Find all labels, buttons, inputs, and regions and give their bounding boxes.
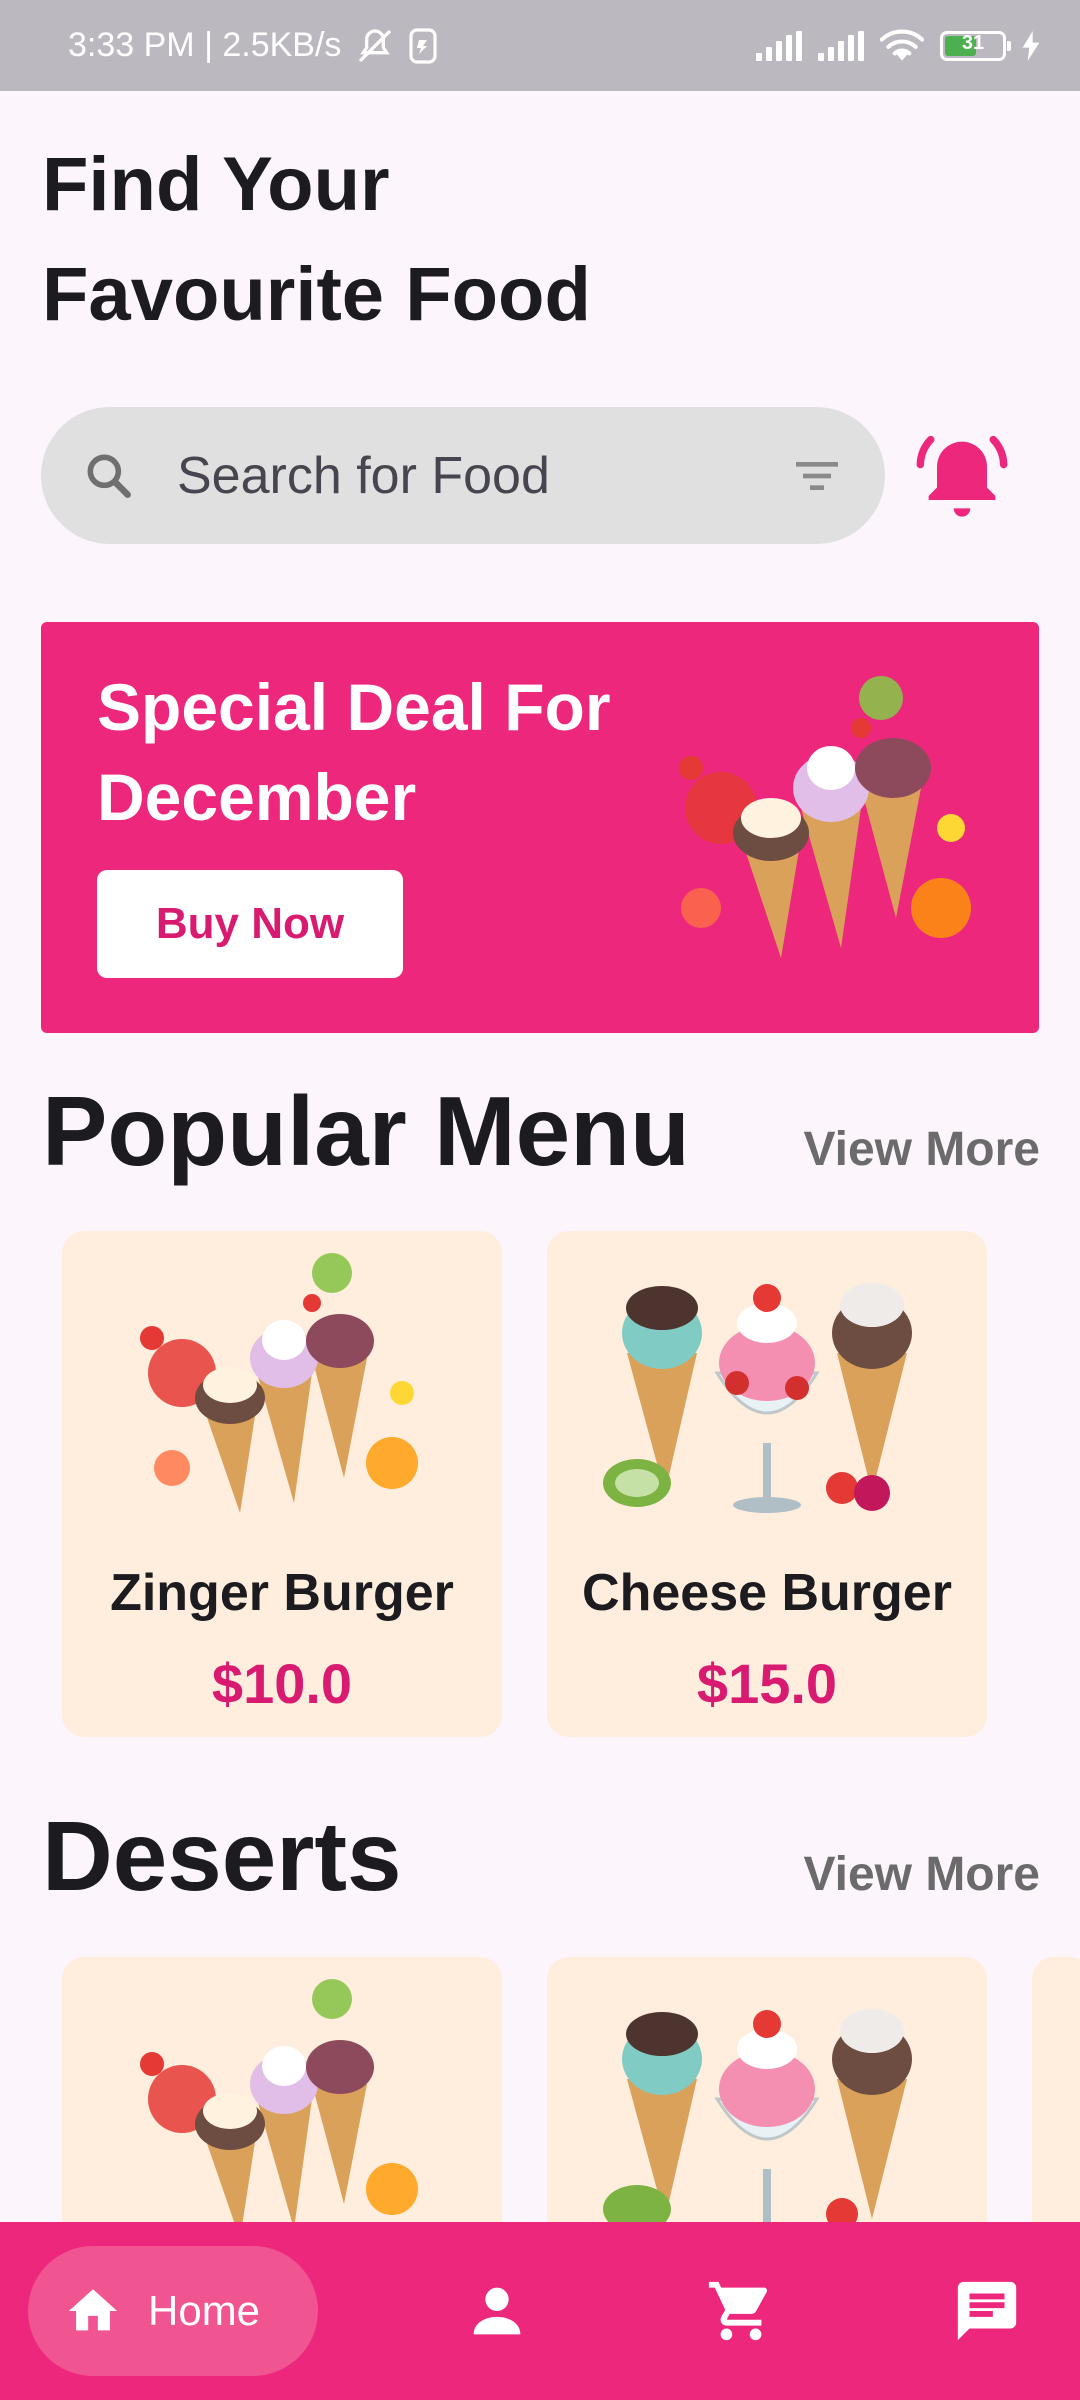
bell-icon[interactable]	[912, 425, 1012, 525]
home-icon	[68, 2289, 118, 2331]
filter-icon[interactable]	[789, 448, 845, 504]
sim-icon	[409, 27, 438, 64]
food-image	[140, 1253, 418, 1513]
search-icon	[87, 454, 131, 498]
wifi-icon	[880, 29, 924, 61]
signal-icon-2	[818, 30, 864, 61]
nav-home-label: Home	[148, 2287, 261, 2334]
signal-icon	[756, 30, 802, 61]
deserts-title: Deserts	[42, 1801, 402, 1911]
food-image	[603, 1283, 912, 1513]
status-time-speed: 3:33 PM | 2.5KB/s	[68, 26, 342, 64]
special-deal-banner: Special Deal For December Buy Now	[41, 622, 1039, 1033]
menu-item-price: $10.0	[211, 1652, 353, 1715]
banner-title: Special Deal For December	[97, 670, 611, 834]
title-line-2: Favourite Food	[42, 252, 591, 337]
menu-item-name: Zinger Burger	[110, 1564, 454, 1622]
popular-menu-title: Popular Menu	[42, 1076, 690, 1186]
page-title: Find Your Favourite Food	[42, 130, 591, 350]
food-image	[603, 2009, 912, 2233]
battery-icon: 31	[940, 30, 1011, 61]
menu-item-name: Cheese Burger	[582, 1564, 952, 1622]
menu-card-zinger-burger[interactable]: Zinger Burger $10.0	[62, 1231, 502, 1737]
charging-icon	[1022, 30, 1040, 61]
status-left: 3:33 PM | 2.5KB/s	[68, 26, 438, 66]
deserts-view-more-link[interactable]: View More	[803, 1847, 1040, 1902]
ice-cream-image	[679, 676, 971, 958]
status-right: 31	[756, 29, 1040, 63]
deserts-header: Deserts View More	[42, 1800, 1040, 1913]
popular-view-more-link[interactable]: View More	[803, 1122, 1040, 1177]
mute-icon	[359, 28, 392, 62]
person-icon[interactable]	[462, 2276, 532, 2346]
nav-home-button[interactable]: Home	[28, 2246, 318, 2376]
popular-menu-header: Popular Menu View More	[42, 1075, 1040, 1188]
food-image	[140, 1979, 418, 2239]
bottom-navigation: Home	[0, 2222, 1080, 2400]
search-bar[interactable]: Search for Food	[41, 407, 885, 544]
title-line-1: Find Your	[42, 142, 390, 227]
search-input[interactable]: Search for Food	[177, 446, 789, 506]
cart-icon[interactable]	[706, 2276, 776, 2346]
buy-now-button[interactable]: Buy Now	[97, 870, 403, 978]
menu-item-price: $15.0	[696, 1652, 838, 1715]
chat-icon[interactable]	[952, 2276, 1022, 2346]
menu-card-cheese-burger[interactable]: Cheese Burger $15.0	[547, 1231, 987, 1737]
battery-level: 31	[961, 31, 985, 54]
status-bar: 3:33 PM | 2.5KB/s 31	[0, 0, 1080, 91]
